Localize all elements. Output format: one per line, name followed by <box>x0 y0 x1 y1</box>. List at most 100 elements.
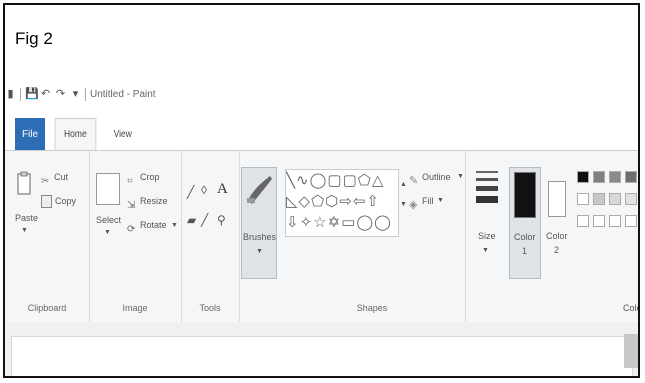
pentagon-shape-icon[interactable]: ⬠ <box>311 193 325 210</box>
vertical-scrollbar[interactable] <box>624 334 638 368</box>
shapes-scroll-up-icon[interactable]: ▲ <box>400 181 407 188</box>
scissors-icon: ✂ <box>41 176 50 187</box>
fill-bucket-icon[interactable]: ◊ <box>201 183 207 197</box>
select-button[interactable]: Select ▼ <box>94 173 122 243</box>
line-size-icon <box>476 171 498 203</box>
eraser-icon[interactable]: ▰ <box>187 213 196 227</box>
figure-label: Fig 2 <box>15 29 53 48</box>
ribbon-tabs: File Home View <box>5 118 638 150</box>
shapes-row: ⇩✧☆✡▭◯◯ <box>286 212 398 233</box>
five-point-star-shape-icon[interactable]: ☆ <box>313 214 327 231</box>
outline-button[interactable]: ✎ Outline ▼ <box>409 171 465 187</box>
quick-access-toolbar: ▮ 💾 ↶ ↷ ▾ Untitled - Paint <box>5 84 156 104</box>
toolbar-separator <box>85 87 86 101</box>
color-picker-icon[interactable]: ╱ <box>201 213 208 227</box>
paste-dropdown-icon: ▼ <box>21 227 28 234</box>
color2-button[interactable]: Color 2 <box>543 167 573 279</box>
outline-label: Outline <box>422 172 451 182</box>
line-size-bar <box>476 178 498 181</box>
right-arrow-shape-icon[interactable]: ⇨ <box>339 193 353 210</box>
tab-view[interactable]: View <box>103 118 142 150</box>
paste-button[interactable]: Paste ▼ <box>13 169 39 239</box>
tab-file[interactable]: File <box>15 118 45 150</box>
save-icon[interactable]: 💾 <box>25 88 39 100</box>
callout-shape-icon[interactable]: ▭ <box>341 214 356 231</box>
palette-swatch[interactable] <box>577 171 589 183</box>
text-tool-icon[interactable]: A <box>217 181 228 198</box>
diamond-shape-icon[interactable]: ◇ <box>299 193 312 210</box>
crop-button[interactable]: ⌗ Crop <box>127 171 177 187</box>
ribbon: Paste ▼ ✂ Cut Copy Clipboard Select ▼ ⌗ <box>5 150 638 324</box>
triangle-shape-icon[interactable]: △ <box>372 172 385 189</box>
image-group: Select ▼ ⌗ Crop ⇲ Resize ⟳ Rotate ▼ Imag… <box>89 151 182 323</box>
palette-swatch[interactable] <box>625 171 637 183</box>
toolbar-separator <box>20 87 21 101</box>
polygon-shape-icon[interactable]: ⬠ <box>358 172 372 189</box>
oval-callout-shape-icon[interactable]: ◯ <box>356 214 374 231</box>
tab-home[interactable]: Home <box>54 118 97 150</box>
paste-label: Paste <box>15 213 39 223</box>
up-arrow-shape-icon[interactable]: ⇧ <box>366 193 380 210</box>
customize-dropdown-icon[interactable]: ▾ <box>70 88 81 100</box>
window-title: Untitled - Paint <box>90 88 156 100</box>
shapes-row: ◺◇⬠⬡⇨⇦⇧ <box>286 191 398 212</box>
palette-swatch[interactable] <box>593 193 605 205</box>
cut-button[interactable]: ✂ Cut <box>41 171 81 187</box>
undo-icon[interactable]: ↶ <box>40 88 51 100</box>
line-size-bar <box>476 196 498 203</box>
hexagon-shape-icon[interactable]: ⬡ <box>325 193 339 210</box>
fill-label: Fill <box>422 196 434 206</box>
rounded-rectangle-shape-icon[interactable]: ▢ <box>343 172 358 189</box>
canvas-workspace <box>5 322 638 376</box>
copy-label: Copy <box>55 196 77 206</box>
four-point-star-shape-icon[interactable]: ✧ <box>300 214 314 231</box>
redo-icon[interactable]: ↷ <box>55 88 66 100</box>
tools-group: ╱ ◊ A ▰ ╱ ⚲ Tools <box>181 151 240 323</box>
color1-button[interactable]: Color 1 <box>509 167 541 279</box>
right-triangle-shape-icon[interactable]: ◺ <box>286 193 299 210</box>
palette-swatch[interactable] <box>609 215 621 227</box>
palette-swatch[interactable] <box>593 171 605 183</box>
palette-swatch[interactable] <box>609 193 621 205</box>
palette-swatch[interactable] <box>577 193 589 205</box>
oval-shape-icon[interactable]: ◯ <box>310 172 328 189</box>
color2-number: 2 <box>554 245 560 255</box>
shapes-more-icon[interactable]: ▼ <box>400 201 407 208</box>
select-dropdown-icon: ▼ <box>104 229 111 236</box>
palette-swatch[interactable] <box>625 193 637 205</box>
six-point-star-shape-icon[interactable]: ✡ <box>328 214 342 231</box>
palette-swatch[interactable] <box>593 215 605 227</box>
size-dropdown-icon: ▼ <box>482 247 489 254</box>
palette-swatch[interactable] <box>577 215 589 227</box>
palette-swatch[interactable] <box>609 171 621 183</box>
left-arrow-shape-icon[interactable]: ⇦ <box>353 193 367 210</box>
drawing-canvas[interactable] <box>11 336 633 376</box>
pencil-icon[interactable]: ╱ <box>187 185 194 199</box>
fill-button[interactable]: ◈ Fill ▼ <box>409 195 449 211</box>
rotate-button[interactable]: ⟳ Rotate ▼ <box>127 219 179 235</box>
down-arrow-shape-icon[interactable]: ⇩ <box>286 214 300 231</box>
resize-button[interactable]: ⇲ Resize <box>127 195 177 211</box>
line-shape-icon[interactable]: ╲ <box>286 172 296 189</box>
fill-dropdown-icon: ▼ <box>437 197 444 204</box>
palette-swatch[interactable] <box>625 215 637 227</box>
line-size-bar <box>476 186 498 191</box>
color1-label: Color <box>514 232 536 242</box>
cloud-callout-shape-icon[interactable]: ◯ <box>374 214 392 231</box>
curve-shape-icon[interactable]: ∿ <box>296 172 310 189</box>
outline-dropdown-icon: ▼ <box>457 173 464 180</box>
color1-swatch <box>514 172 536 218</box>
outline-icon: ✎ <box>409 175 419 187</box>
crop-icon: ⌗ <box>127 176 133 187</box>
magnifier-icon[interactable]: ⚲ <box>217 213 226 227</box>
rectangle-shape-icon[interactable]: ▢ <box>327 172 342 189</box>
size-button[interactable]: Size ▼ <box>467 167 503 277</box>
rotate-icon: ⟳ <box>127 224 136 235</box>
shapes-group-label: Shapes <box>356 303 388 313</box>
clipboard-group: Paste ▼ ✂ Cut Copy Clipboard <box>5 151 90 323</box>
brushes-button[interactable]: Brushes ▼ <box>241 167 277 279</box>
rotate-dropdown-icon: ▼ <box>171 222 178 229</box>
fill-icon: ◈ <box>409 199 418 211</box>
copy-button[interactable]: Copy <box>41 195 85 209</box>
shapes-gallery[interactable]: ╲∿◯▢▢⬠△ ◺◇⬠⬡⇨⇦⇧ ⇩✧☆✡▭◯◯ <box>285 169 399 237</box>
